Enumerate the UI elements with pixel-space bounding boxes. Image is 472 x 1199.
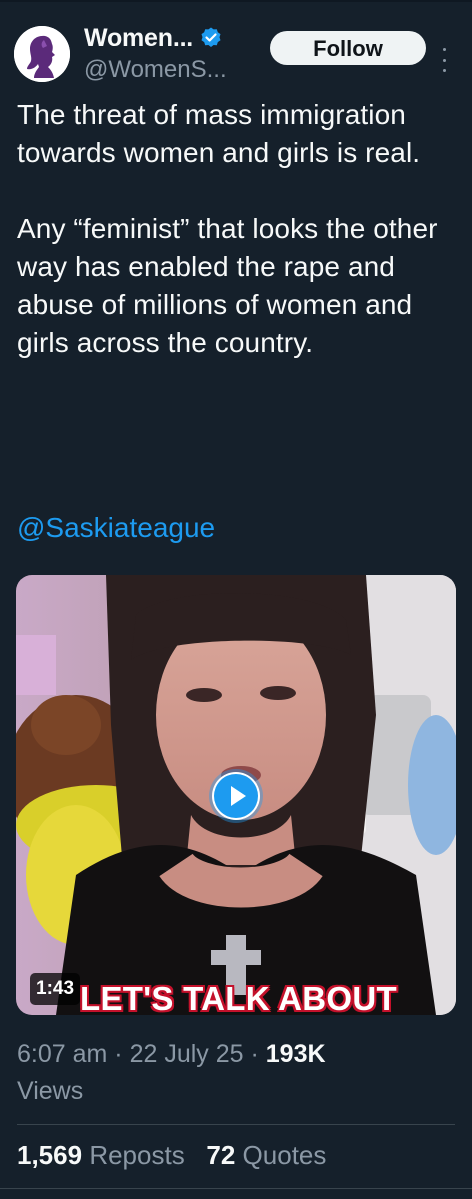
reposts-count: 1,569 xyxy=(17,1140,83,1170)
quotes-count: 72 xyxy=(206,1140,236,1170)
play-icon xyxy=(214,774,258,818)
quotes-link[interactable]: 72 Quotes xyxy=(206,1140,326,1170)
verified-badge-icon xyxy=(201,27,221,47)
author-handle[interactable]: @WomenS... xyxy=(84,56,227,84)
woman-profile-logo-icon xyxy=(14,26,70,82)
avatar[interactable] xyxy=(14,26,70,82)
separator: · xyxy=(114,1040,123,1068)
author-name[interactable]: Women... xyxy=(84,24,193,53)
engagement-stats: 1,569 Reposts 72 Quotes xyxy=(17,1140,326,1171)
tweet-time[interactable]: 6:07 am xyxy=(17,1040,107,1068)
divider xyxy=(0,1188,472,1189)
mention-link[interactable]: @Saskiateague xyxy=(17,512,215,544)
follow-button[interactable]: Follow xyxy=(270,31,426,65)
tweet-paragraph-2: Any “feminist” that looks the other way … xyxy=(17,213,438,358)
tweet-metadata: 6:07 am · 22 July 25 · 193K Views xyxy=(17,1036,457,1110)
quotes-label: Quotes xyxy=(242,1140,327,1170)
video-duration: 1:43 xyxy=(30,973,81,1005)
tweet-header: Women... @WomenS... Follow xyxy=(0,12,472,84)
video-caption: LET'S TALK ABOUT xyxy=(80,980,397,1015)
name-row: Women... xyxy=(84,20,223,56)
tweet-date[interactable]: 22 July 25 xyxy=(130,1040,244,1068)
play-button[interactable] xyxy=(212,772,260,820)
reposts-link[interactable]: 1,569 Reposts xyxy=(17,1140,192,1170)
top-divider xyxy=(0,0,472,2)
video-player[interactable]: 1:43 LET'S TALK ABOUT xyxy=(16,575,456,1015)
views-count: 193K xyxy=(265,1040,326,1068)
separator: · xyxy=(250,1040,259,1068)
divider xyxy=(17,1124,455,1125)
reposts-label: Reposts xyxy=(89,1140,185,1170)
views-label: Views xyxy=(17,1077,84,1105)
tweet-text: The threat of mass immigration towards w… xyxy=(17,96,457,362)
more-vertical-icon[interactable] xyxy=(441,48,447,72)
tweet-paragraph-1: The threat of mass immigration towards w… xyxy=(17,99,421,168)
